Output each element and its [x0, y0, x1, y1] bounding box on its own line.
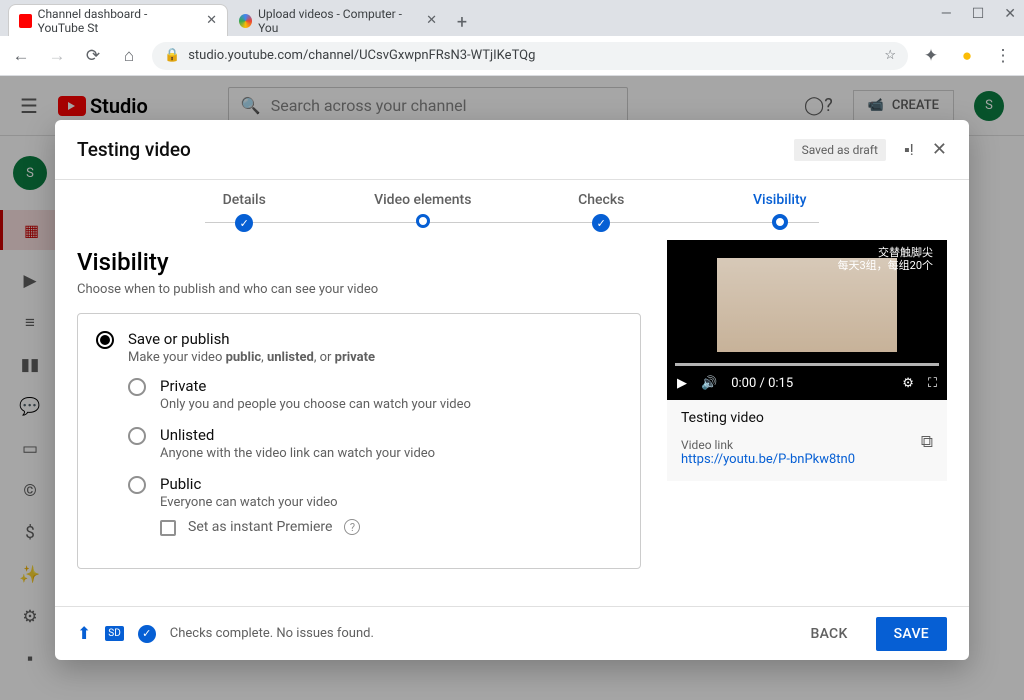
browser-tab[interactable]: Upload videos - Computer - You ✕ — [228, 4, 448, 36]
preview-caption: 交替触脚尖 每天3组，每组20个 — [837, 246, 933, 272]
draft-badge: Saved as draft — [794, 139, 886, 161]
step-video-elements[interactable]: Video elements — [334, 192, 513, 228]
nav-reload[interactable]: ⟳ — [80, 46, 106, 66]
window-minimize[interactable]: — — [941, 6, 952, 22]
option-private[interactable]: Private Only you and people you choose c… — [128, 377, 622, 412]
nav-home[interactable]: ⌂ — [116, 46, 142, 66]
section-subheading: Choose when to publish and who can see y… — [77, 282, 641, 297]
step-checks[interactable]: Checks ✓ — [512, 192, 691, 232]
sd-icon: SD — [105, 626, 124, 641]
nav-forward[interactable]: → — [44, 46, 70, 66]
video-link-label: Video link — [681, 438, 933, 452]
play-icon[interactable]: ▶ — [677, 376, 687, 391]
url-bar[interactable]: 🔒 studio.youtube.com/channel/UCsvGxwpnFR… — [152, 42, 908, 70]
option-unlisted[interactable]: Unlisted Anyone with the video link can … — [128, 426, 622, 461]
save-button[interactable]: SAVE — [876, 617, 947, 651]
dialog-footer: ⬆ SD ✓ Checks complete. No issues found.… — [55, 606, 969, 660]
extensions-icon[interactable]: ✦ — [918, 46, 944, 66]
tab-close[interactable]: ✕ — [206, 13, 217, 28]
browser-toolbar: ← → ⟳ ⌂ 🔒 studio.youtube.com/channel/UCs… — [0, 36, 1024, 76]
volume-icon[interactable]: 🔊 — [701, 376, 717, 391]
section-heading: Visibility — [77, 248, 641, 276]
stepper: Details ✓ Video elements Checks ✓ Visibi… — [55, 180, 969, 240]
radio-checked-icon[interactable] — [96, 331, 114, 349]
option-save-publish[interactable]: Save or publish Make your video public, … — [96, 330, 622, 365]
premiere-checkbox[interactable] — [160, 520, 176, 536]
youtube-favicon-icon — [19, 14, 32, 28]
browser-tab[interactable]: Channel dashboard - YouTube St ✕ — [8, 4, 228, 36]
check-icon: ✓ — [235, 214, 253, 232]
video-preview[interactable]: 交替触脚尖 每天3组，每组20个 ▶ 🔊 0:00 / 0:15 ⚙ ⛶ — [667, 240, 947, 400]
window-close[interactable]: ✕ — [1004, 6, 1016, 22]
dialog-header: Testing video Saved as draft ▪! ✕ — [55, 120, 969, 180]
tab-close[interactable]: ✕ — [426, 13, 437, 28]
option-public[interactable]: Public Everyone can watch your video Set… — [128, 475, 622, 536]
upload-icon: ⬆ — [77, 624, 91, 644]
copy-link-button[interactable]: ⧉ — [921, 432, 933, 452]
dialog-close[interactable]: ✕ — [932, 139, 947, 160]
visibility-options: Save or publish Make your video public, … — [77, 313, 641, 569]
browser-tab-strip: Channel dashboard - YouTube St ✕ Upload … — [0, 0, 1024, 36]
feedback-icon[interactable]: ▪! — [898, 139, 920, 161]
profile-icon[interactable]: ● — [954, 46, 980, 66]
dialog-title: Testing video — [77, 138, 191, 161]
checks-done-icon: ✓ — [138, 625, 156, 643]
tab-title: Channel dashboard - YouTube St — [38, 7, 194, 35]
lock-icon: 🔒 — [164, 48, 180, 63]
radio-icon[interactable] — [128, 427, 146, 445]
window-maximize[interactable]: ☐ — [972, 6, 985, 22]
check-icon: ✓ — [592, 214, 610, 232]
step-dot — [416, 214, 430, 228]
new-tab-button[interactable]: + — [448, 8, 476, 36]
step-dot — [772, 214, 788, 230]
back-button[interactable]: BACK — [796, 618, 861, 650]
preview-video-name: Testing video — [681, 410, 933, 426]
google-favicon-icon — [239, 14, 252, 28]
settings-icon[interactable]: ⚙ — [902, 376, 914, 391]
video-link[interactable]: https://youtu.be/P-bnPkw8tn0 — [681, 452, 933, 467]
step-visibility[interactable]: Visibility — [691, 192, 870, 230]
bookmark-star-icon[interactable]: ☆ — [884, 48, 896, 63]
save-publish-desc: Make your video public, unlisted, or pri… — [128, 350, 375, 365]
browser-menu-icon[interactable]: ⋮ — [990, 46, 1016, 66]
nav-back[interactable]: ← — [8, 46, 34, 66]
step-details[interactable]: Details ✓ — [155, 192, 334, 232]
help-icon[interactable]: ? — [344, 519, 360, 535]
fullscreen-icon[interactable]: ⛶ — [928, 376, 937, 391]
radio-icon[interactable] — [128, 378, 146, 396]
video-time: 0:00 / 0:15 — [731, 376, 793, 391]
tab-title: Upload videos - Computer - You — [258, 7, 414, 35]
url-text: studio.youtube.com/channel/UCsvGxwpnFRsN… — [188, 48, 535, 63]
upload-dialog: Testing video Saved as draft ▪! ✕ Detail… — [55, 120, 969, 660]
radio-icon[interactable] — [128, 476, 146, 494]
footer-status: Checks complete. No issues found. — [170, 626, 374, 641]
